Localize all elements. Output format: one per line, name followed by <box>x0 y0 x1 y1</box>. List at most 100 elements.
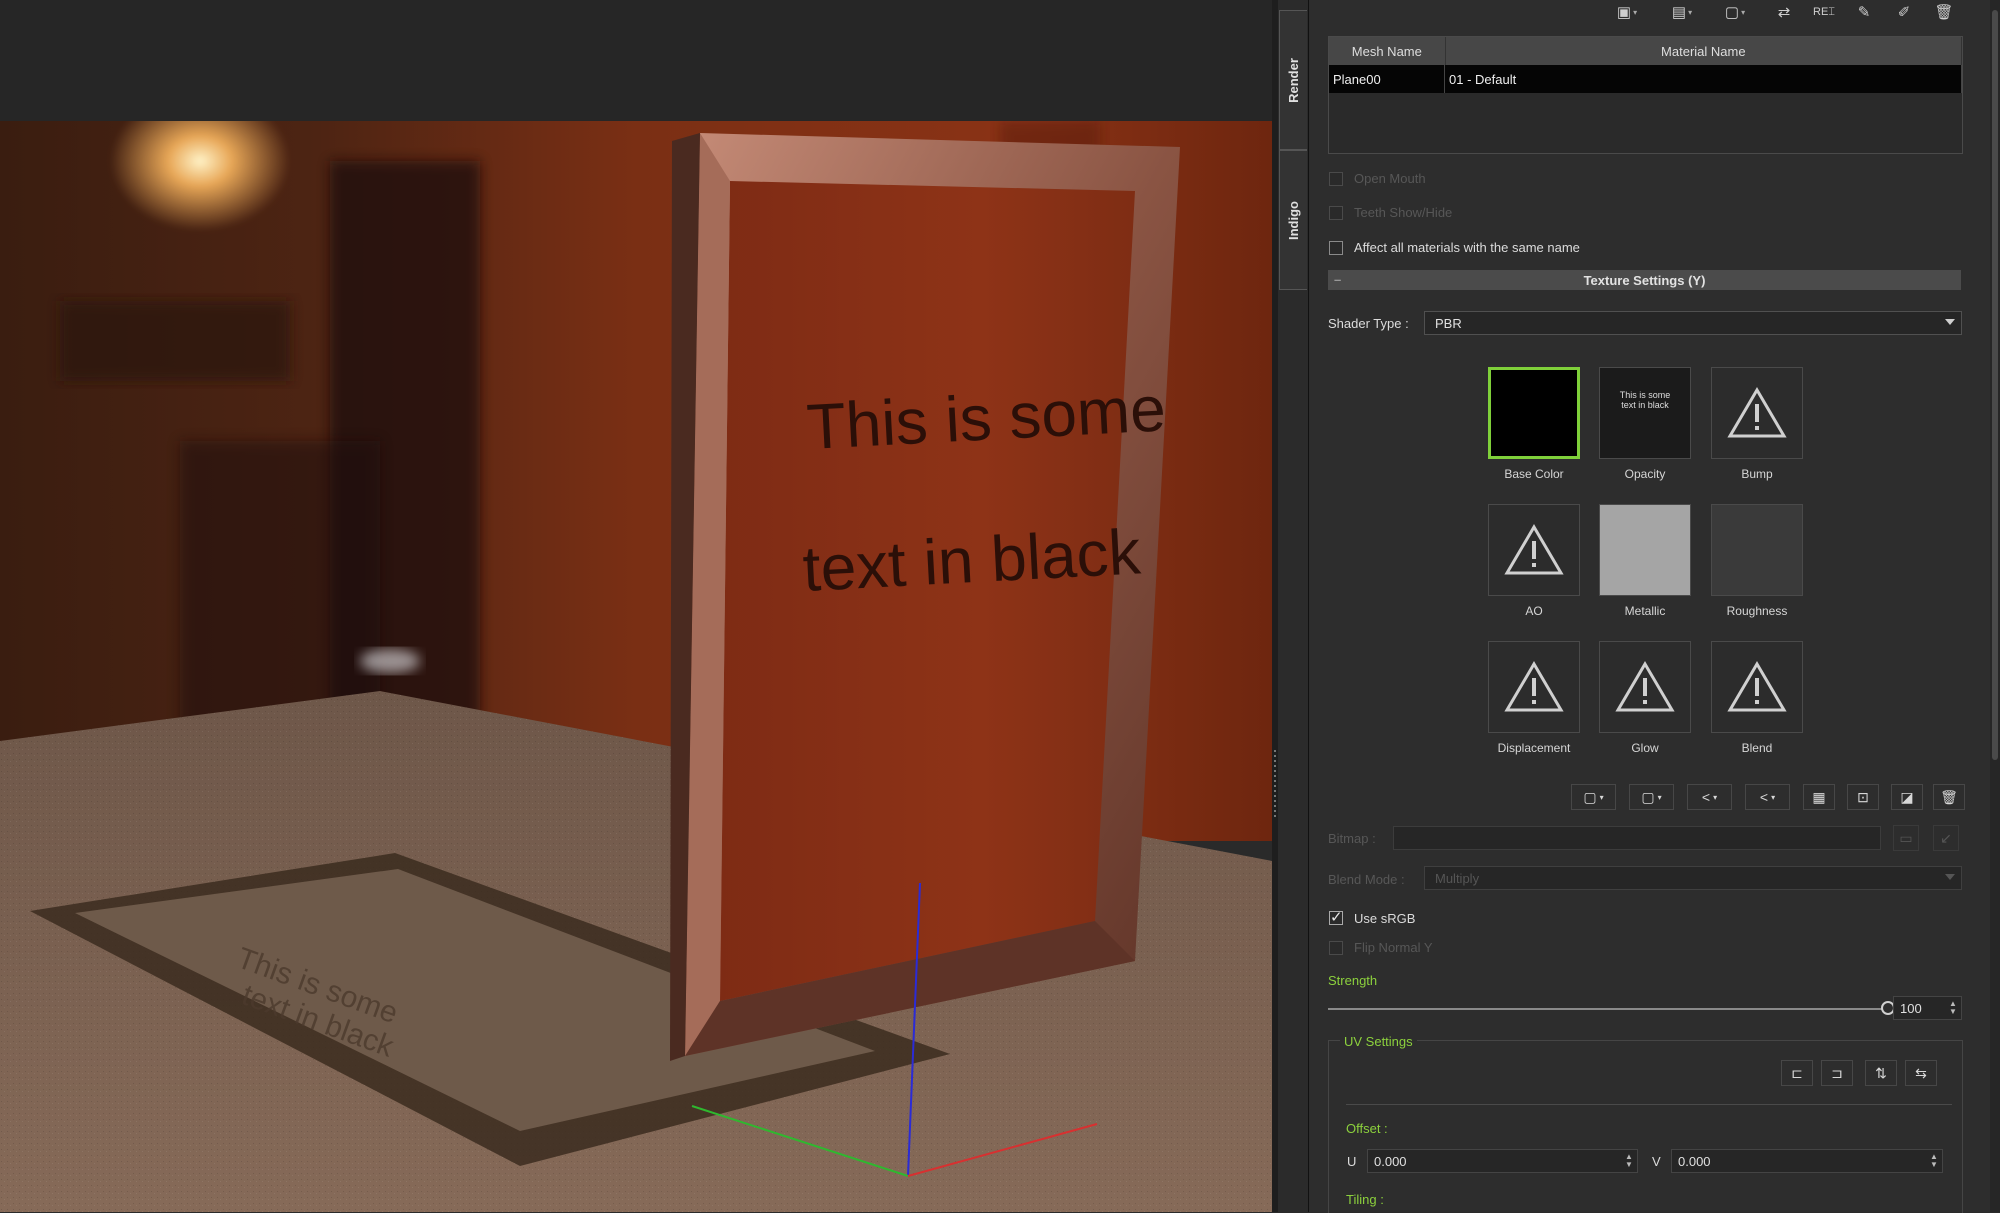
tab-render-label: Render <box>1286 57 1302 103</box>
open-external-icon: ↙ <box>1940 829 1952 846</box>
offset-v-input[interactable]: 0.000 ▲ ▼ <box>1671 1149 1943 1173</box>
spin-arrows-icon[interactable]: ▲ ▼ <box>1948 1000 1958 1016</box>
blend-mode-value: Multiply <box>1435 870 1480 886</box>
tab-indigo-label: Indigo <box>1286 200 1301 240</box>
uv-align-right-button[interactable]: ⊐ <box>1821 1060 1853 1086</box>
teeth-checkbox[interactable] <box>1329 206 1343 220</box>
glow-slot[interactable] <box>1599 641 1691 733</box>
chevron-down-icon <box>1945 874 1955 880</box>
warning-icon <box>1727 661 1787 712</box>
share-all-icon: < <box>1759 789 1769 805</box>
affect-all-label: Affect all materials with the same name <box>1354 240 1580 255</box>
align-left-icon: ⊏ <box>1791 1064 1803 1081</box>
shader-type-value: PBR <box>1435 315 1462 331</box>
paint-button[interactable]: ✐ <box>1889 0 1919 24</box>
blend-label: Blend <box>1741 741 1773 755</box>
delete-material-button[interactable]: 🗑 <box>1929 0 1959 24</box>
3d-viewport[interactable]: This is some text in black This is some … <box>0 121 1272 1212</box>
offset-u-value: 0.000 <box>1374 1153 1407 1169</box>
load-material-icon: ▣ <box>1616 4 1632 21</box>
cell-mesh-name: Plane00 <box>1329 65 1445 93</box>
swap-button[interactable]: ⇄ <box>1769 0 1799 24</box>
displacement-label: Displacement <box>1497 741 1571 755</box>
grid-icon: ▦ <box>1812 788 1826 805</box>
tab-render[interactable]: Render <box>1279 10 1307 150</box>
panel-scrollbar[interactable] <box>1990 0 2000 1212</box>
flip-normal-checkbox[interactable] <box>1329 941 1343 955</box>
shader-type-select[interactable]: PBR <box>1424 311 1962 335</box>
bump-slot[interactable] <box>1711 367 1803 459</box>
open-bitmap-button[interactable]: ↙ <box>1933 825 1959 851</box>
warning-icon <box>1504 524 1564 575</box>
offset-label: Offset : <box>1346 1121 1388 1136</box>
blend-slot[interactable] <box>1711 641 1803 733</box>
load-icon: ▢ <box>1641 788 1655 805</box>
browse-bitmap-button[interactable]: ▭ <box>1893 825 1919 851</box>
use-srgb-label: Use sRGB <box>1354 911 1416 926</box>
offset-v-label: V <box>1652 1154 1661 1169</box>
share-button[interactable]: < ▾ <box>1687 784 1732 810</box>
save-icon: ▢ <box>1583 788 1597 805</box>
table-row[interactable]: Plane00 01 - Default <box>1329 65 1962 93</box>
uv-flip-horizontal-button[interactable]: ⇆ <box>1905 1060 1937 1086</box>
uv-flip-vertical-button[interactable]: ⇅ <box>1865 1060 1897 1086</box>
scene-render: This is some text in black This is some … <box>0 121 1272 1212</box>
column-header-material[interactable]: Material Name <box>1446 37 1962 65</box>
open-mouth-checkbox[interactable] <box>1329 172 1343 186</box>
eyedropper-button[interactable]: ✎ <box>1849 0 1879 24</box>
load-texture-button[interactable]: ▢ ▾ <box>1629 784 1674 810</box>
eyedropper-icon: ✎ <box>1857 4 1871 21</box>
strength-slider-track[interactable] <box>1328 1008 1888 1010</box>
glow-label: Glow <box>1631 741 1659 755</box>
column-header-mesh[interactable]: Mesh Name <box>1329 37 1446 65</box>
align-right-icon: ⊐ <box>1831 1064 1843 1081</box>
tab-indigo[interactable]: Indigo <box>1279 150 1307 290</box>
metallic-slot[interactable] <box>1599 504 1691 596</box>
folder-icon: ▭ <box>1899 829 1913 846</box>
strength-value: 100 <box>1900 1000 1922 1016</box>
use-srgb-checkbox[interactable] <box>1329 908 1343 926</box>
offset-u-label: U <box>1347 1154 1357 1169</box>
share-all-button[interactable]: < ▾ <box>1745 784 1790 810</box>
roughness-slot[interactable] <box>1711 504 1803 596</box>
shader-type-label: Shader Type : <box>1328 316 1409 331</box>
delete-texture-button[interactable]: 🗑 <box>1933 784 1965 810</box>
uv-settings-title: UV Settings <box>1340 1034 1417 1049</box>
scrollbar-thumb[interactable] <box>1992 10 1998 760</box>
ao-slot[interactable] <box>1488 504 1580 596</box>
grid-button[interactable]: ▦ <box>1803 784 1835 810</box>
checker-button[interactable]: ◪ <box>1891 784 1923 810</box>
opacity-thumb-line2: text in black <box>1621 400 1669 410</box>
opacity-thumb-line1: This is some <box>1619 390 1671 400</box>
spin-arrows-icon[interactable]: ▲ ▼ <box>1929 1153 1939 1169</box>
displacement-slot[interactable] <box>1488 641 1580 733</box>
blend-mode-select[interactable]: Multiply <box>1424 866 1962 890</box>
spin-arrows-icon[interactable]: ▲ ▼ <box>1624 1153 1634 1169</box>
texture-settings-header[interactable]: – Texture Settings (Y) <box>1328 270 1961 290</box>
uv-divider <box>1346 1104 1952 1105</box>
warning-icon <box>1615 661 1675 712</box>
save-texture-button[interactable]: ▢ ▾ <box>1571 784 1616 810</box>
base-color-slot[interactable] <box>1488 367 1580 459</box>
affect-all-checkbox[interactable] <box>1329 241 1343 255</box>
blend-mode-label: Blend Mode : <box>1328 872 1405 887</box>
opacity-label: Opacity <box>1624 467 1666 481</box>
viewport-top-bar <box>0 0 1272 121</box>
checker-icon: ◪ <box>1900 788 1914 805</box>
metallic-label: Metallic <box>1624 604 1666 618</box>
offset-u-input[interactable]: 0.000 ▲ ▼ <box>1367 1149 1638 1173</box>
strength-input[interactable]: 100 ▲ ▼ <box>1893 996 1962 1020</box>
fit-icon: ⊡ <box>1857 788 1869 805</box>
save-material-button[interactable]: ▢ ▾ <box>1717 0 1753 24</box>
flip-horizontal-icon: ⇆ <box>1915 1064 1927 1081</box>
load-material-button[interactable]: ▣ ▾ <box>1609 0 1645 24</box>
opacity-slot[interactable]: This is some text in black <box>1599 367 1691 459</box>
load-template-button[interactable]: ▤ ▾ <box>1664 0 1700 24</box>
base-color-label: Base Color <box>1504 467 1564 481</box>
roughness-label: Roughness <box>1726 604 1788 618</box>
fit-button[interactable]: ⊡ <box>1847 784 1879 810</box>
uv-align-left-button[interactable]: ⊏ <box>1781 1060 1813 1086</box>
bitmap-path-field[interactable] <box>1393 826 1881 850</box>
flip-normal-label: Flip Normal Y <box>1354 940 1433 955</box>
rename-button[interactable]: RE⌶ <box>1809 0 1839 24</box>
